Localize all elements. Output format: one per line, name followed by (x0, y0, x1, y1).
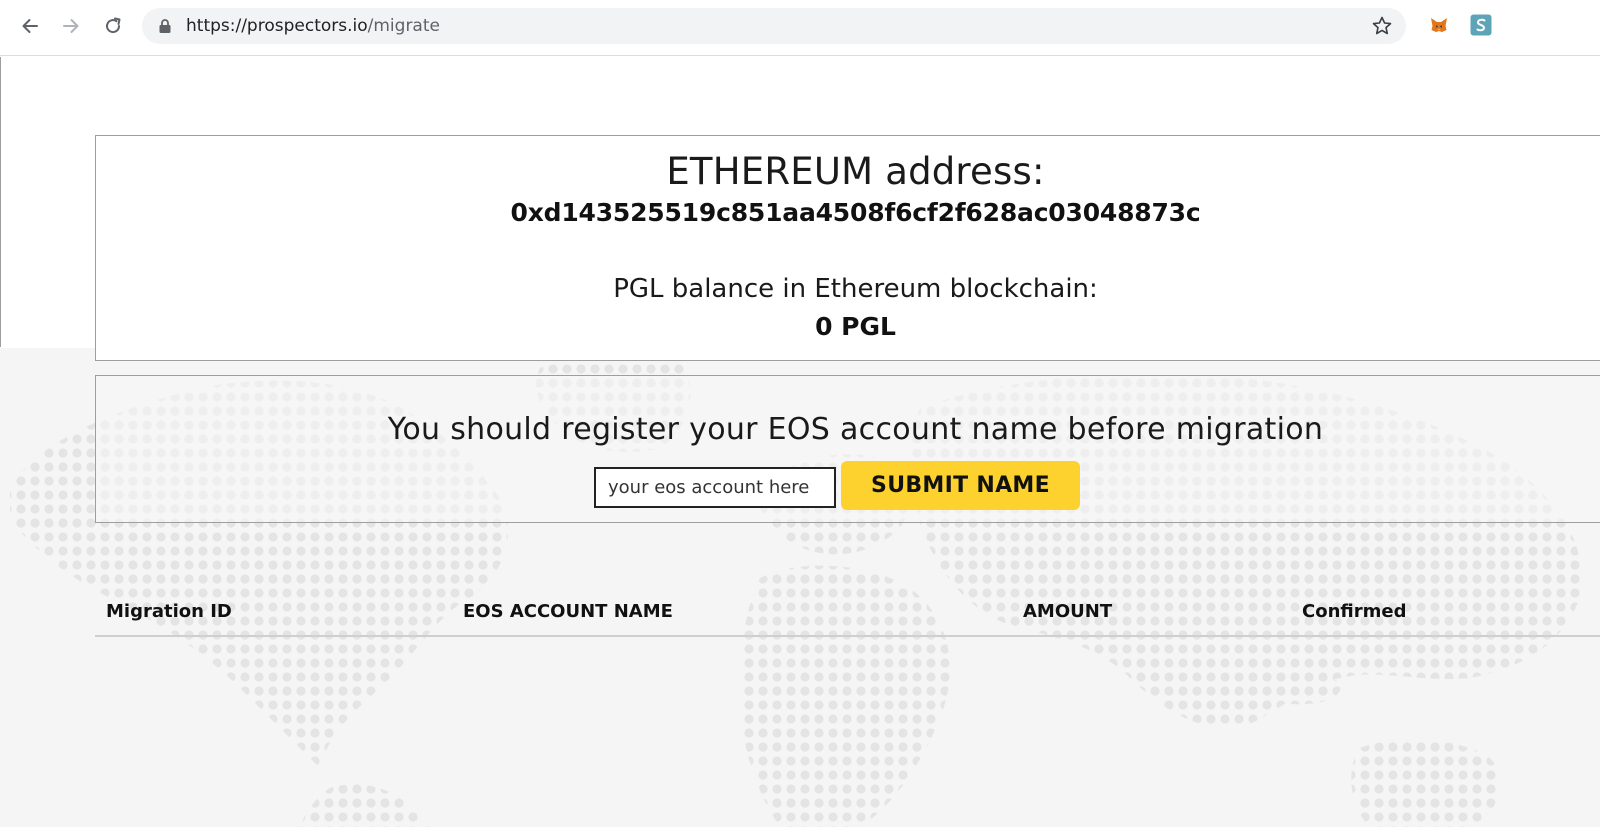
ethereum-address-card: ETHEREUM address: 0xd143525519c851aa4508… (95, 135, 1600, 361)
page-left-border (0, 57, 1, 347)
pgl-balance-label: PGL balance in Ethereum blockchain: (613, 274, 1098, 304)
ethereum-address-value: 0xd143525519c851aa4508f6cf2f628ac0304887… (510, 198, 1201, 227)
eos-account-input[interactable] (594, 467, 836, 508)
forward-button[interactable] (55, 12, 87, 40)
address-bar[interactable]: https://prospectors.io/migrate (142, 8, 1406, 44)
column-header-confirmed: Confirmed (1302, 601, 1407, 622)
column-header-eos-account-name: EOS ACCOUNT NAME (463, 601, 673, 622)
submit-name-button[interactable]: SUBMIT NAME (841, 461, 1080, 510)
column-header-migration-id: Migration ID (106, 601, 232, 622)
pgl-balance-value: 0 PGL (815, 312, 896, 341)
reload-icon (106, 17, 121, 34)
browser-toolbar: https://prospectors.io/migrate (0, 0, 1600, 56)
metamask-fox-icon[interactable] (1428, 14, 1450, 36)
url-path: /migrate (367, 16, 440, 36)
reload-button[interactable] (97, 12, 129, 40)
scatter-s-icon[interactable] (1470, 14, 1492, 36)
url-text[interactable]: https://prospectors.io/migrate (186, 16, 440, 36)
page-content: ETHEREUM address: 0xd143525519c851aa4508… (0, 57, 1600, 827)
arrow-right-icon (63, 19, 79, 33)
back-button[interactable] (14, 12, 46, 40)
register-eos-card: You should register your EOS account nam… (95, 375, 1600, 523)
register-eos-heading: You should register your EOS account nam… (387, 412, 1324, 447)
column-header-amount: AMOUNT (1023, 601, 1113, 622)
ethereum-address-heading: ETHEREUM address: (666, 150, 1045, 193)
tab-strip-edge (0, 0, 1600, 6)
url-host: https://prospectors.io (186, 16, 368, 36)
lock-icon (159, 19, 171, 33)
arrow-left-icon (22, 19, 38, 33)
migrations-table-header: Migration ID EOS ACCOUNT NAME AMOUNT Con… (95, 597, 1600, 637)
star-icon[interactable] (1370, 14, 1394, 38)
